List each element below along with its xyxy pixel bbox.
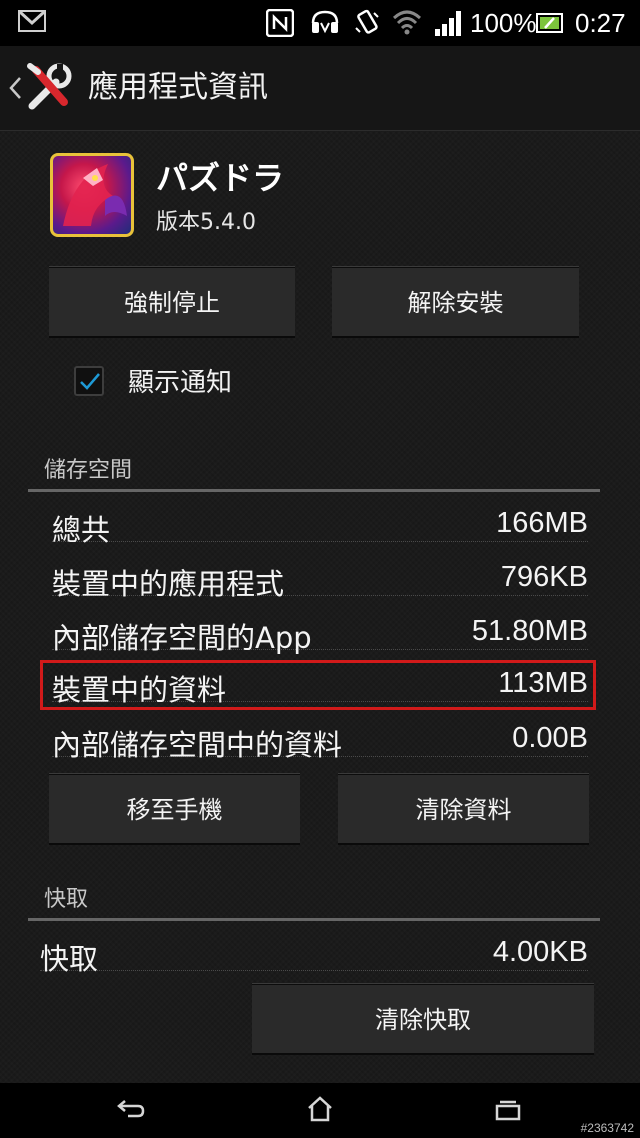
storage-row-label: 總共 [52,513,111,547]
headset-icon [310,9,340,37]
clock: 0:27 [575,8,626,38]
force-stop-button[interactable]: 強制停止 [49,266,295,338]
storage-row-value: 0.00B [512,722,588,754]
page-title: 應用程式資訊 [88,70,268,105]
back-chevron-icon[interactable] [8,76,22,100]
battery-icon [536,12,564,34]
storage-row-value: 166MB [496,507,588,539]
storage-row-label: 內部儲存空間的App [52,621,312,655]
dotted-leader [40,970,588,971]
storage-row-value: 796KB [500,561,588,593]
clear-data-button[interactable]: 清除資料 [338,773,589,845]
highlight-annotation [40,660,596,710]
storage-row-label: 內部儲存空間中的資料 [52,728,343,762]
clear-cache-label: 清除快取 [375,1006,471,1034]
cache-row-label: 快取 [40,942,99,976]
app-icon [50,153,134,237]
force-stop-label: 強制停止 [124,289,220,317]
uninstall-label: 解除安裝 [407,289,504,317]
back-icon[interactable] [116,1097,146,1121]
cache-row-value: 4.00KB [492,936,588,968]
show-notifications-checkbox[interactable] [74,366,104,396]
battery-percent: 100% [470,8,537,38]
watermark: #2363742 [580,1121,634,1135]
navigation-bar: #2363742 [0,1083,640,1138]
storage-section-title: 儲存空間 [44,458,133,483]
storage-row-label: 裝置中的應用程式 [52,567,285,601]
checkmark-icon [78,369,102,397]
wifi-icon [392,8,422,36]
signal-icon [434,9,464,37]
move-to-phone-label: 移至手機 [126,796,223,824]
recent-apps-icon[interactable] [494,1099,522,1121]
uninstall-button[interactable]: 解除安裝 [332,266,579,338]
home-icon[interactable] [306,1095,334,1123]
cache-divider [28,918,600,921]
vibrate-icon [352,8,382,38]
action-bar: 應用程式資訊 [0,46,640,131]
dotted-leader [52,541,588,542]
nfc-icon [265,8,295,38]
clear-cache-button[interactable]: 清除快取 [252,983,594,1055]
status-bar: 100% 0:27 [0,0,640,46]
storage-divider [28,489,600,492]
cache-section-title: 快取 [44,887,89,912]
app-version: 版本5.4.0 [156,210,256,235]
gmail-icon [18,10,46,32]
move-to-phone-button[interactable]: 移至手機 [49,773,300,845]
tools-icon [26,62,76,112]
clear-data-label: 清除資料 [415,796,512,824]
storage-row-value: 51.80MB [471,615,588,647]
app-name: パズドラ [156,159,285,197]
show-notifications-label: 顯示通知 [128,368,233,398]
